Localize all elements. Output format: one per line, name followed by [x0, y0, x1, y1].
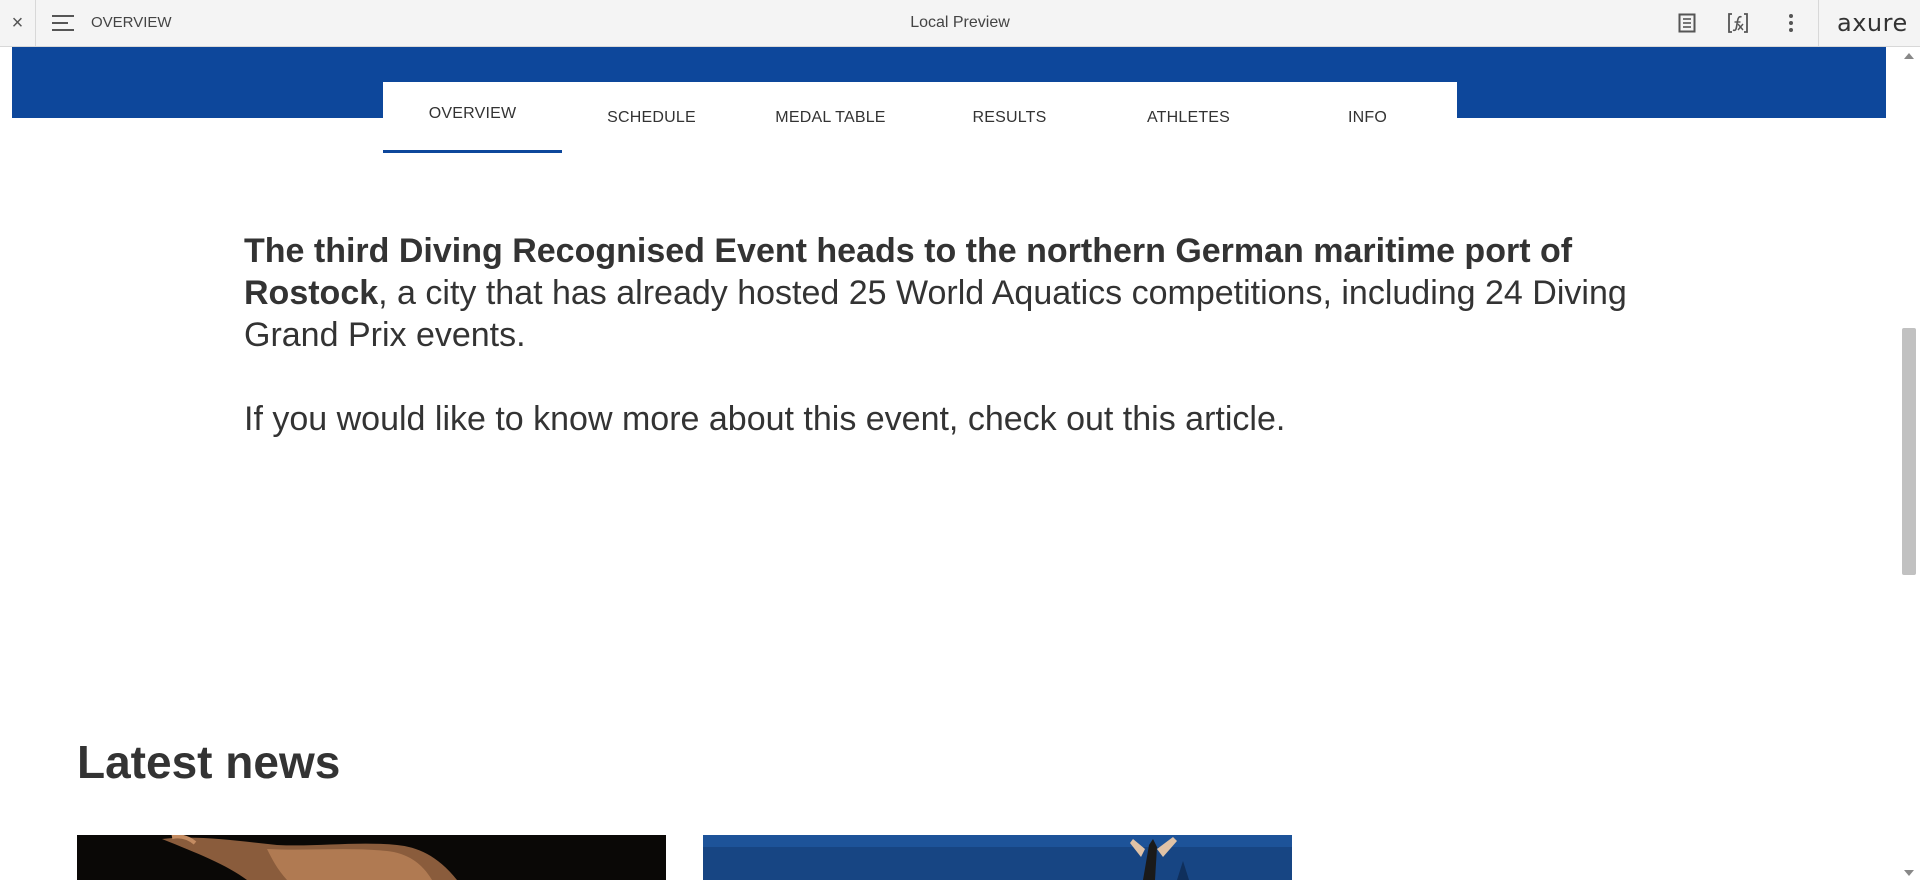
close-icon: ×	[11, 11, 24, 34]
tab-schedule[interactable]: SCHEDULE	[562, 82, 741, 153]
tab-label: SCHEDULE	[607, 108, 696, 126]
preview-toolbar: × OVERVIEW Local Preview axure	[0, 0, 1920, 47]
news-card-image[interactable]	[77, 835, 666, 880]
intro-paragraph: The third Diving Recognised Event heads …	[244, 230, 1704, 356]
tab-medal-table[interactable]: MEDAL TABLE	[741, 82, 920, 153]
event-intro: The third Diving Recognised Event heads …	[244, 230, 1704, 440]
tab-info[interactable]: INFO	[1278, 82, 1457, 153]
news-card-image[interactable]	[703, 835, 1292, 880]
athlete-photo	[703, 835, 1292, 880]
tab-label: MEDAL TABLE	[775, 108, 886, 126]
tab-label: RESULTS	[972, 108, 1047, 126]
scrollbar-thumb[interactable]	[1902, 328, 1916, 575]
scroll-down-arrow-icon[interactable]	[1904, 870, 1914, 876]
axure-logo: axure	[1837, 9, 1908, 37]
tab-label: INFO	[1347, 108, 1388, 126]
toolbar-divider	[1818, 0, 1819, 46]
more-vertical-icon[interactable]	[1779, 11, 1803, 35]
event-tabs: OVERVIEW SCHEDULE MEDAL TABLE RESULTS AT…	[383, 82, 1457, 153]
intro-article-paragraph: If you would like to know more about thi…	[244, 400, 1286, 438]
diver-photo	[77, 835, 666, 880]
latest-news-heading: Latest news	[77, 736, 341, 788]
current-page-name[interactable]: OVERVIEW	[91, 0, 172, 46]
page-scrollbar[interactable]	[1898, 47, 1920, 880]
tab-label: ATHLETES	[1146, 108, 1231, 126]
hamburger-menu-icon[interactable]	[52, 14, 74, 32]
tab-label: OVERVIEW	[428, 105, 517, 122]
variables-icon[interactable]	[1726, 11, 1750, 35]
close-preview-button[interactable]: ×	[0, 0, 36, 46]
tab-results[interactable]: RESULTS	[920, 82, 1099, 153]
preview-title: Local Preview	[910, 14, 1010, 31]
notes-icon[interactable]	[1675, 11, 1699, 35]
intro-lead-rest: , a city that has already hosted 25 Worl…	[244, 274, 1627, 354]
tab-athletes[interactable]: ATHLETES	[1099, 82, 1278, 153]
scroll-up-arrow-icon[interactable]	[1904, 53, 1914, 59]
tab-overview[interactable]: OVERVIEW	[383, 82, 562, 153]
